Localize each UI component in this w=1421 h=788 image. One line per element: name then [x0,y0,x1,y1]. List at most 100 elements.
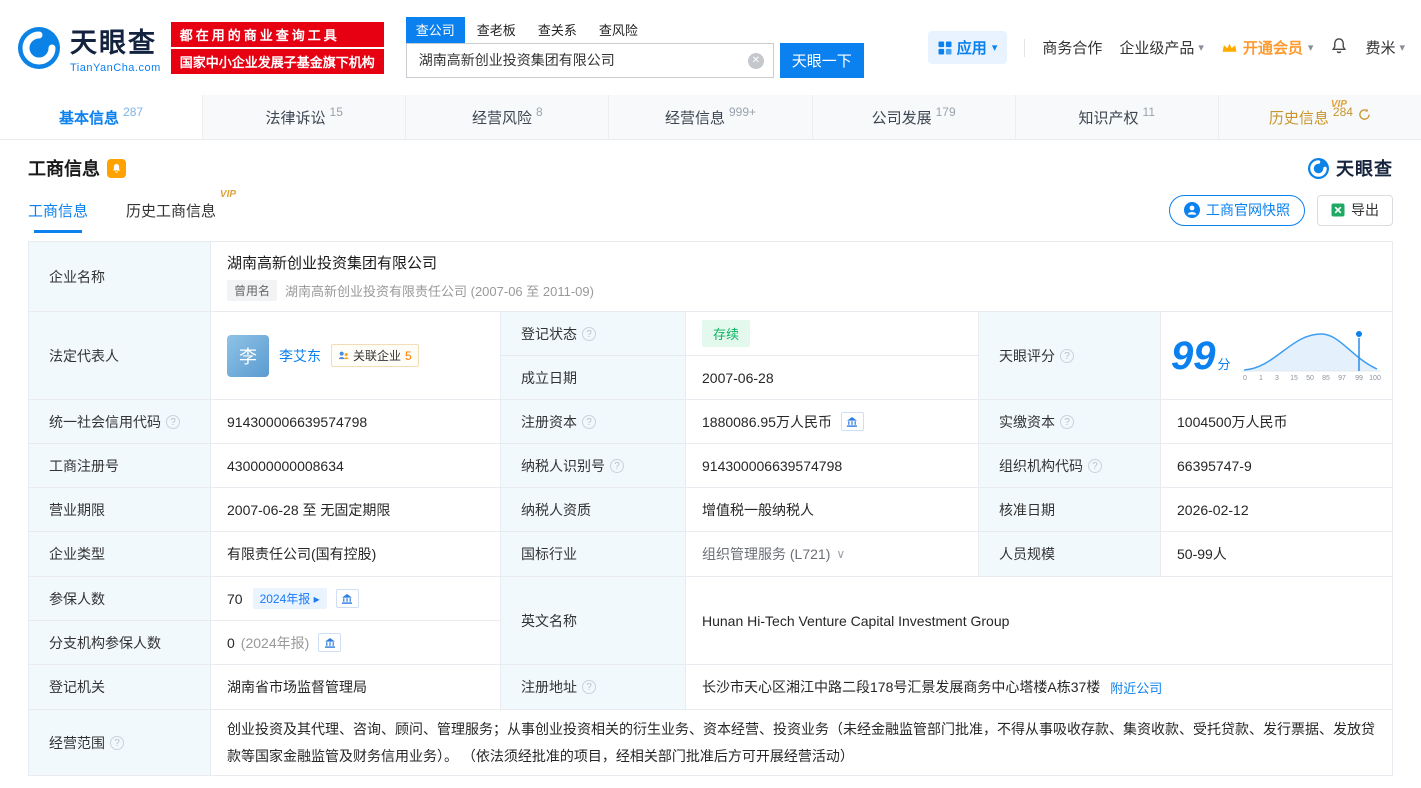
clear-search-icon[interactable]: ✕ [747,52,764,69]
help-icon[interactable]: ? [166,414,180,429]
help-icon[interactable]: ? [1088,458,1102,473]
search-tab-boss[interactable]: 查老板 [467,17,526,43]
help-icon[interactable]: ? [582,414,596,429]
status-badge: 存续 [702,320,751,347]
tab-label: 经营风险 [472,109,533,127]
search-input[interactable] [406,43,773,77]
apps-menu[interactable]: 应用 ▾ [927,31,1008,64]
tab-label: 知识产权 [1078,109,1139,127]
search-tab-risk[interactable]: 查风险 [589,17,648,43]
expand-icon[interactable]: ∨ [836,547,845,561]
subtab-business-registration[interactable]: 工商信息 [28,187,88,233]
business-cooperation-label: 商务合作 [1042,40,1103,57]
svg-text:97: 97 [1338,375,1346,382]
promo-line1: 都在用的商业查询工具 [170,21,384,47]
tab-operation-risk[interactable]: 经营风险 8 [405,95,608,139]
related-count: 5 [405,348,412,363]
official-source-icon[interactable] [840,412,864,431]
help-icon[interactable]: ? [110,735,124,750]
approval-date-value: 2026-02-12 [1161,488,1393,532]
staff-size-value: 50-99人 [1161,532,1393,577]
company-type-label: 企业类型 [29,532,211,577]
search-tab-company[interactable]: 查公司 [405,16,465,43]
address-value: 长沙市天心区湘江中路二段178号汇景发展商务中心塔楼A栋37楼 附近公司 [686,665,1393,710]
tab-business-info[interactable]: 经营信息 999+ [608,95,811,139]
staff-size-label: 人员规模 [979,532,1161,577]
tab-intellectual-property[interactable]: 知识产权 11 [1014,95,1218,139]
reg-status-value: 存续 [686,312,979,356]
help-icon[interactable]: ? [582,326,596,341]
official-source-icon[interactable] [335,589,359,608]
score-unit: 分 [1217,356,1231,372]
search-tab-relation[interactable]: 查关系 [528,17,587,43]
legal-rep-avatar[interactable]: 李 [227,334,269,377]
tab-label: 经营信息 [664,109,725,127]
tianyancha-logo-icon [1308,157,1329,179]
tianyancha-watermark: 天眼查 [1307,155,1393,181]
tab-count: 8 [536,105,543,119]
vip-upgrade-link[interactable]: 开通会员 ▾ [1221,37,1314,58]
apps-label: 应用 [956,40,987,57]
related-companies-badge[interactable]: 关联企业 5 [331,344,419,367]
company-type-value: 有限责任公司(国有控股) [211,532,501,577]
legal-rep-label: 法定代表人 [29,312,211,400]
tab-company-development[interactable]: 公司发展 179 [811,95,1015,139]
company-section-tabs: 基本信息 287 法律诉讼 15 经营风险 8 经营信息 999+ 公司发展 1… [0,95,1421,140]
notification-bell-icon[interactable] [1330,37,1348,59]
svg-text:3: 3 [1275,375,1279,382]
link-enterprise-products[interactable]: 企业级产品 ▾ [1119,37,1204,58]
chevron-down-icon: ▾ [1399,42,1405,54]
tianyancha-logo-icon [18,26,60,69]
person-circle-icon [1184,202,1200,218]
export-label: 导出 [1351,202,1379,218]
svg-text:15: 15 [1290,375,1298,382]
svg-text:0: 0 [1243,375,1247,382]
industry-value: 组织管理服务 (L721) ∨ [686,532,979,577]
tab-count: 11 [1142,105,1156,119]
tab-count: 287 [123,105,144,119]
export-button[interactable]: 导出 [1317,194,1393,226]
snapshot-label: 工商官网快照 [1206,202,1290,218]
tab-count: 179 [935,105,956,119]
search-button[interactable]: 天眼一下 [779,42,864,78]
tab-count: 15 [329,105,343,119]
link-business-cooperation[interactable]: 商务合作 [1042,37,1102,58]
help-icon[interactable]: ? [1060,414,1074,429]
tab-history-info[interactable]: VIP 历史信息 284 [1217,95,1421,139]
svg-text:100: 100 [1369,375,1381,382]
branch-insured-value: 0 (2024年报) [211,621,501,665]
tianyancha-logo[interactable]: 天眼查 TianYanCha.com [16,21,161,74]
help-icon[interactable]: ? [1060,348,1074,363]
business-info-table: 企业名称 湖南高新创业投资集团有限公司 曾用名 湖南高新创业投资有限责任公司 (… [28,241,1393,776]
reg-status-label: 登记状态 ? [501,312,686,356]
help-icon[interactable]: ? [582,680,596,694]
taxpayer-quality-label: 纳税人资质 [501,488,686,532]
taxpayer-quality-value: 增值税一般纳税人 [686,488,979,532]
help-icon[interactable]: ? [610,458,624,473]
annual-report-badge[interactable]: 2024年报 ▸ [252,588,327,609]
subtab-history-registration[interactable]: 历史工商信息 VIP [126,187,236,233]
crown-icon [1222,43,1237,52]
former-name-badge: 曾用名 [227,280,278,301]
score-chart[interactable]: 0 1 3 15 50 85 97 99 100 [1240,327,1381,385]
taxpayer-id-value: 914300006639574798 [686,444,979,488]
org-code-value: 66395747-9 [1161,444,1393,488]
business-term-label: 营业期限 [29,488,211,532]
search-area: 查公司 查老板 查关系 查风险 ✕ 天眼一下 [405,16,864,78]
official-snapshot-button[interactable]: 工商官网快照 [1169,194,1305,226]
tab-label: 公司发展 [871,109,932,127]
official-source-icon[interactable] [318,633,342,652]
tab-legal-litigation[interactable]: 法律诉讼 15 [202,95,405,139]
chevron-down-icon: ▾ [991,42,998,54]
main-content: 工商信息 天眼查 工商信息 历史工商信息 VIP 工商官网快照 导出 企业名称 … [0,155,1421,776]
org-code-label: 组织机构代码 ? [979,444,1161,488]
promo-banner: 都在用的商业查询工具 国家中小企业发展子基金旗下机构 [170,20,384,76]
tab-basic-info[interactable]: 基本信息 287 [0,95,203,139]
svg-text:99: 99 [1355,375,1363,382]
legal-rep-link[interactable]: 李艾东 [279,346,321,366]
nearby-companies-link[interactable]: 附近公司 [1110,678,1162,697]
business-term-value: 2007-06-28 至 无固定期限 [211,488,501,532]
user-menu[interactable]: 费米 ▾ [1365,37,1405,58]
chevron-down-icon: ▾ [1307,42,1314,54]
subscribe-bell-icon[interactable] [107,158,126,178]
